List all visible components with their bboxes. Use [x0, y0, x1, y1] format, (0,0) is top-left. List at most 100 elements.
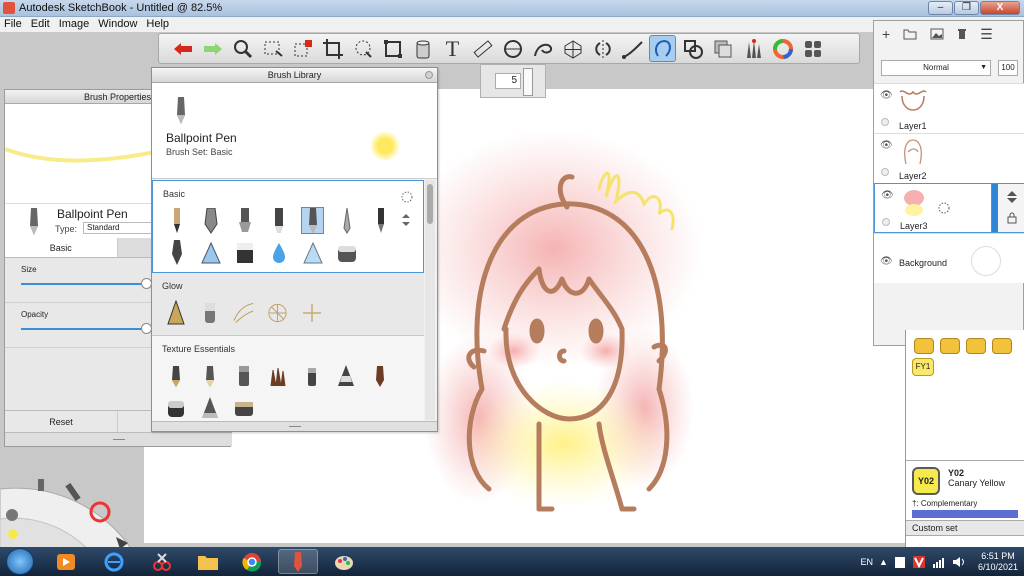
- add-group-icon[interactable]: [903, 28, 917, 40]
- reset-button[interactable]: Reset: [5, 411, 118, 432]
- layer-row-background[interactable]: 👁 Background: [874, 233, 1024, 283]
- select-icon[interactable]: [259, 35, 286, 62]
- texture-brush-4-icon[interactable]: [266, 362, 289, 389]
- copic-swatch[interactable]: [940, 338, 960, 354]
- glow-sketch-brush-icon[interactable]: [232, 299, 255, 326]
- shape-icon[interactable]: [679, 35, 706, 62]
- blend-mode-select[interactable]: Normal ▼: [881, 60, 991, 76]
- lasso-icon[interactable]: [349, 35, 376, 62]
- system-clock[interactable]: 6:51 PM 6/10/2021: [978, 551, 1018, 573]
- texture-brush-9-icon[interactable]: [198, 394, 221, 421]
- maximize-button[interactable]: ❐: [954, 1, 979, 15]
- background-color-swatch[interactable]: [971, 246, 1001, 276]
- eraser-brush-icon[interactable]: [233, 239, 256, 266]
- texture-brush-3-icon[interactable]: [232, 362, 255, 389]
- volume-icon[interactable]: [952, 555, 966, 569]
- size-slider-track[interactable]: [21, 283, 145, 285]
- select-alt-icon[interactable]: [289, 35, 316, 62]
- predictive-stroke-icon[interactable]: [649, 35, 676, 62]
- language-indicator[interactable]: EN: [861, 557, 874, 567]
- menu-help[interactable]: Help: [146, 17, 169, 32]
- hard-pencil-brush-icon[interactable]: [199, 207, 222, 234]
- stroke-icon[interactable]: [619, 35, 646, 62]
- glow-lantern-brush-icon[interactable]: [164, 299, 187, 326]
- marker-brush-icon[interactable]: [267, 207, 290, 234]
- add-layer-icon[interactable]: +: [882, 26, 890, 42]
- layer-opacity-field[interactable]: 100: [998, 60, 1018, 76]
- ink-pen-brush-icon[interactable]: [165, 239, 188, 266]
- internet-explorer-icon[interactable]: [94, 549, 134, 574]
- eye-icon[interactable]: 👁: [880, 90, 893, 101]
- texture-brush-5-icon[interactable]: [300, 362, 323, 389]
- opacity-slider-track[interactable]: [21, 328, 145, 330]
- eye-icon[interactable]: 👁: [880, 140, 893, 151]
- copic-library-icon[interactable]: [709, 35, 736, 62]
- tray-expand-icon[interactable]: ▲: [879, 557, 888, 567]
- ruler-icon[interactable]: [469, 35, 496, 62]
- symmetry-icon[interactable]: [589, 35, 616, 62]
- perspective-icon[interactable]: [559, 35, 586, 62]
- brush-type-field[interactable]: Standard: [83, 222, 155, 234]
- layer-row-layer3[interactable]: 👁 Layer3: [874, 183, 1024, 233]
- brush-library-title-bar[interactable]: Brush Library: [152, 68, 437, 83]
- fill-icon[interactable]: [409, 35, 436, 62]
- chrome-icon[interactable]: [232, 549, 272, 574]
- water-drop-brush-icon[interactable]: [267, 239, 290, 266]
- eye-icon[interactable]: 👁: [881, 190, 894, 201]
- sketchbook-taskbar-icon[interactable]: [278, 549, 318, 574]
- antivirus-icon[interactable]: [912, 555, 926, 569]
- distort-icon[interactable]: [379, 35, 406, 62]
- selected-color-badge[interactable]: Y02: [912, 467, 940, 495]
- layer-lock-toggle[interactable]: [881, 168, 889, 176]
- minimize-button[interactable]: –: [928, 1, 953, 15]
- fineliner-brush-icon[interactable]: [335, 207, 358, 234]
- layer-row-layer2[interactable]: 👁 Layer2: [874, 133, 1024, 183]
- panel-close-icon[interactable]: [425, 71, 433, 79]
- flat-eraser-brush-icon[interactable]: [335, 239, 358, 266]
- layer-row-layer1[interactable]: 👁 Layer1: [874, 83, 1024, 133]
- color-wheel-icon[interactable]: [769, 35, 796, 62]
- texture-brush-1-icon[interactable]: [164, 362, 187, 389]
- redo-icon[interactable]: [199, 35, 226, 62]
- tab-basic[interactable]: Basic: [5, 238, 118, 257]
- layer-lock-toggle[interactable]: [882, 218, 890, 226]
- copic-swatch[interactable]: [966, 338, 986, 354]
- copic-swatch[interactable]: [992, 338, 1012, 354]
- brush-size-slider[interactable]: [523, 68, 533, 96]
- texture-brush-6-icon[interactable]: [334, 362, 357, 389]
- brush-palette-icon[interactable]: [739, 35, 766, 62]
- snipping-tool-icon[interactable]: [142, 549, 182, 574]
- technical-pen-brush-icon[interactable]: [369, 207, 392, 234]
- file-explorer-icon[interactable]: [188, 549, 228, 574]
- menu-image[interactable]: Image: [59, 17, 90, 32]
- triangle-brush-icon[interactable]: [199, 239, 222, 266]
- layer-reorder-icon[interactable]: [1006, 190, 1018, 204]
- ellipse-guide-icon[interactable]: [499, 35, 526, 62]
- glow-sparkle-brush-icon[interactable]: [300, 299, 323, 326]
- clipboard-icon[interactable]: [894, 555, 906, 569]
- zoom-icon[interactable]: [229, 35, 256, 62]
- close-button[interactable]: X: [980, 1, 1020, 15]
- brush-size-value[interactable]: 5: [495, 73, 521, 89]
- undo-icon[interactable]: [169, 35, 196, 62]
- paint-icon[interactable]: [324, 549, 364, 574]
- brush-set-settings-icon[interactable]: [401, 191, 413, 203]
- delete-layer-icon[interactable]: [957, 28, 967, 40]
- french-curve-icon[interactable]: [529, 35, 556, 62]
- menu-file[interactable]: File: [4, 17, 22, 32]
- menu-edit[interactable]: Edit: [31, 17, 50, 32]
- texture-brush-7-icon[interactable]: [368, 362, 391, 389]
- glow-marker-brush-icon[interactable]: [198, 299, 221, 326]
- brush-size-puck[interactable]: 5: [480, 64, 546, 98]
- copic-swatch-fy1[interactable]: FY1: [912, 358, 934, 376]
- copic-swatch[interactable]: [914, 338, 934, 354]
- brush-library-resize-grip[interactable]: [152, 421, 437, 431]
- texture-brush-10-icon[interactable]: [232, 394, 255, 421]
- layout-icon[interactable]: [799, 35, 826, 62]
- complementary-color-bar[interactable]: [912, 510, 1018, 518]
- reorder-icon[interactable]: [401, 213, 411, 227]
- texture-brush-2-icon[interactable]: [198, 362, 221, 389]
- panel-resize-grip[interactable]: [5, 432, 232, 446]
- texture-brush-8-icon[interactable]: [164, 394, 187, 421]
- start-button[interactable]: [6, 548, 34, 575]
